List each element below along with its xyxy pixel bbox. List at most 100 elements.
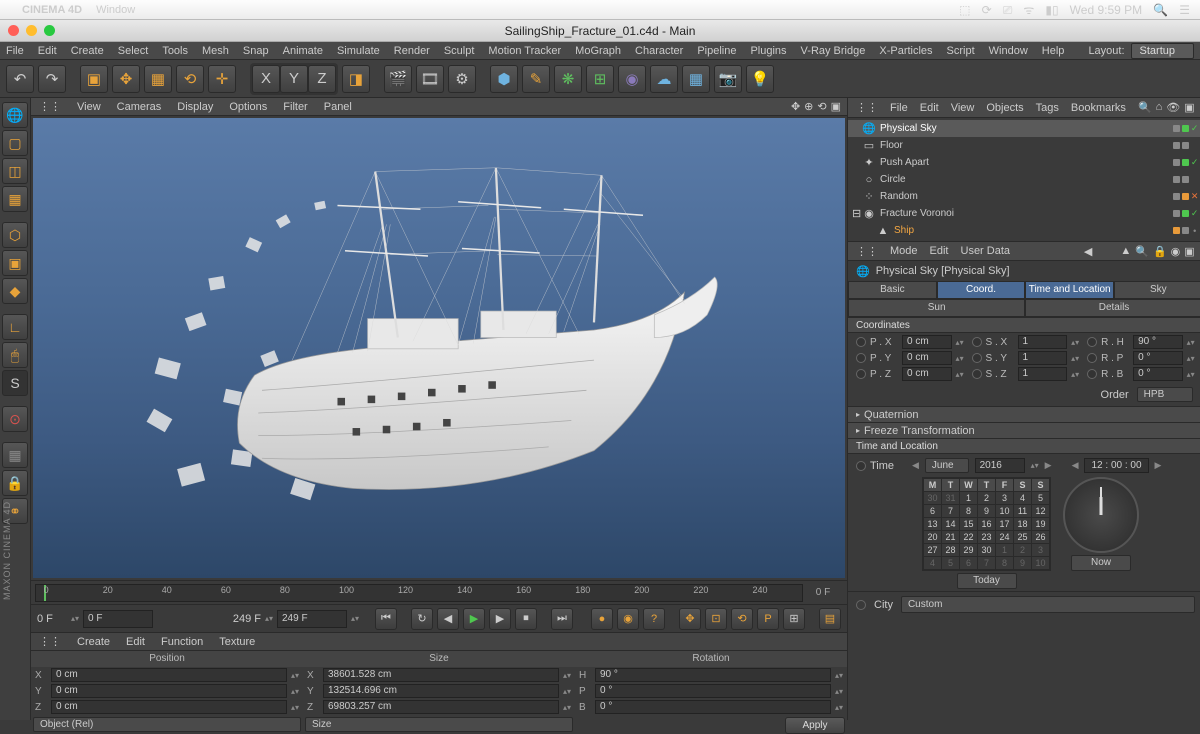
- menu-plugins[interactable]: Plugins: [750, 45, 786, 57]
- size-Y[interactable]: 132514.696 cm: [323, 684, 559, 698]
- prev-month-button[interactable]: ◀: [912, 460, 919, 471]
- attr-RP[interactable]: 0 °: [1133, 351, 1183, 365]
- attr-menu-mode[interactable]: Mode: [890, 245, 918, 257]
- edge-mode-button[interactable]: ▣: [2, 250, 28, 276]
- freeze-collapse[interactable]: ▸Freeze Transformation: [848, 422, 1200, 438]
- axis-button[interactable]: ∟: [2, 314, 28, 340]
- menu-xparticles[interactable]: X-Particles: [879, 45, 932, 57]
- camera-button[interactable]: ▦: [682, 65, 710, 93]
- obj-push-apart[interactable]: ✦Push Apart✓: [848, 154, 1200, 171]
- sync-icon[interactable]: ⟳: [982, 3, 992, 17]
- menu-mograph[interactable]: MoGraph: [575, 45, 621, 57]
- vp-menu-options[interactable]: Options: [229, 101, 267, 113]
- attr-back-icon[interactable]: ◀: [1084, 245, 1092, 258]
- menu-mesh[interactable]: Mesh: [202, 45, 229, 57]
- x-axis-button[interactable]: X: [252, 65, 280, 93]
- coord-system-button[interactable]: ◨: [342, 65, 370, 93]
- menu-vraybridge[interactable]: V-Ray Bridge: [801, 45, 866, 57]
- keyframe-button[interactable]: ?: [643, 608, 665, 630]
- menu-pipeline[interactable]: Pipeline: [697, 45, 736, 57]
- vp-menu-view[interactable]: View: [77, 101, 101, 113]
- attr-new-icon[interactable]: ◉: [1171, 245, 1181, 258]
- menu-sculpt[interactable]: Sculpt: [444, 45, 475, 57]
- scale-key-button[interactable]: ⊡: [705, 608, 727, 630]
- wifi-icon[interactable]: ᯤ: [1023, 3, 1034, 17]
- timeline[interactable]: 020406080100120140160180200220240: [35, 584, 803, 602]
- attr-RH[interactable]: 90 °: [1133, 335, 1183, 349]
- obj-menu-objects[interactable]: Objects: [986, 102, 1023, 114]
- viewport-solo-button[interactable]: S: [2, 370, 28, 396]
- obj-menu-bookmarks[interactable]: Bookmarks: [1071, 102, 1126, 114]
- environment-button[interactable]: ☁: [650, 65, 678, 93]
- obj-handle-icon[interactable]: ⋮⋮: [856, 101, 878, 114]
- obj-max-icon[interactable]: ▣: [1184, 101, 1194, 114]
- texture-mode-button[interactable]: ◫: [2, 158, 28, 184]
- quaternion-collapse[interactable]: ▸Quaternion: [848, 406, 1200, 422]
- battery-icon[interactable]: ▮▯: [1045, 3, 1058, 17]
- light-button[interactable]: 💡: [746, 65, 774, 93]
- record-button[interactable]: ●: [591, 608, 613, 630]
- attr-SZ[interactable]: 1: [1018, 367, 1068, 381]
- render-view-button[interactable]: 🎬: [384, 65, 412, 93]
- obj-menu-view[interactable]: View: [951, 102, 975, 114]
- mat-menu-function[interactable]: Function: [161, 636, 203, 648]
- obj-eye-icon[interactable]: 👁: [1166, 101, 1180, 114]
- vp-icon4[interactable]: ▣: [831, 100, 841, 113]
- mat-handle-icon[interactable]: ⋮⋮: [39, 635, 61, 648]
- rot-key-button[interactable]: ⟲: [731, 608, 753, 630]
- size-mode-select[interactable]: Size: [305, 717, 573, 732]
- scale-tool-button[interactable]: ▦: [144, 65, 172, 93]
- loop-button[interactable]: ↻: [411, 608, 433, 630]
- vp-menu-cameras[interactable]: Cameras: [117, 101, 162, 113]
- cube-primitive-button[interactable]: ⬢: [490, 65, 518, 93]
- menu-select[interactable]: Select: [118, 45, 149, 57]
- today-button[interactable]: Today: [957, 573, 1017, 589]
- obj-search-icon[interactable]: 🔍: [1138, 101, 1152, 114]
- pos-X[interactable]: 0 cm: [51, 668, 287, 682]
- attr-RB[interactable]: 0 °: [1133, 367, 1183, 381]
- menu-icon[interactable]: ☰: [1179, 3, 1190, 17]
- camera2-button[interactable]: 📷: [714, 65, 742, 93]
- render-region-button[interactable]: 🎞: [416, 65, 444, 93]
- pos-Z[interactable]: 0 cm: [51, 700, 287, 714]
- calendar[interactable]: MTWTFSS303112345678910111213141516171819…: [922, 477, 1051, 571]
- point-mode-button[interactable]: ⬡: [2, 222, 28, 248]
- object-mode-select[interactable]: Object (Rel): [33, 717, 301, 732]
- pos-key-button[interactable]: ✥: [679, 608, 701, 630]
- last-tool-button[interactable]: ✛: [208, 65, 236, 93]
- next-frame-button[interactable]: ▶: [489, 608, 511, 630]
- tweak-button[interactable]: 🖱: [2, 342, 28, 368]
- order-select[interactable]: HPB: [1137, 387, 1193, 402]
- go-end-button[interactable]: ⏭: [551, 608, 573, 630]
- obj-menu-tags[interactable]: Tags: [1036, 102, 1059, 114]
- render-settings-button[interactable]: ⚙: [448, 65, 476, 93]
- stop-button[interactable]: ⏹: [515, 608, 537, 630]
- attr-tab-timeandlocation[interactable]: Time and Location: [1025, 281, 1114, 299]
- app-name[interactable]: CINEMA 4D: [22, 4, 82, 16]
- obj-menu-edit[interactable]: Edit: [920, 102, 939, 114]
- poly-mode-button[interactable]: ◆: [2, 278, 28, 304]
- frame-start-field[interactable]: [83, 610, 153, 628]
- spotlight-icon[interactable]: 🔍: [1153, 3, 1168, 17]
- workplane2-button[interactable]: ▦: [2, 442, 28, 468]
- param-key-button[interactable]: P: [757, 608, 779, 630]
- mat-menu-edit[interactable]: Edit: [126, 636, 145, 648]
- menu-render[interactable]: Render: [394, 45, 430, 57]
- vp-menu-filter[interactable]: Filter: [283, 101, 307, 113]
- attr-tab-sun[interactable]: Sun: [848, 299, 1025, 317]
- viewport-handle-icon[interactable]: ⋮⋮: [39, 100, 61, 113]
- now-button[interactable]: Now: [1071, 555, 1131, 571]
- pen-tool-button[interactable]: ✎: [522, 65, 550, 93]
- vp-icon1[interactable]: ✥: [791, 100, 800, 113]
- menu-tools[interactable]: Tools: [162, 45, 188, 57]
- attr-SX[interactable]: 1: [1018, 335, 1068, 349]
- attr-lock-icon[interactable]: 🔒: [1153, 245, 1167, 258]
- attr-SY[interactable]: 1: [1018, 351, 1068, 365]
- rot-P[interactable]: 0 °: [595, 684, 831, 698]
- next-month-button[interactable]: ▶: [1045, 460, 1052, 471]
- attr-handle-icon[interactable]: ⋮⋮: [856, 245, 878, 258]
- menu-character[interactable]: Character: [635, 45, 683, 57]
- go-start-button[interactable]: ⏮: [375, 608, 397, 630]
- attr-tab-sky[interactable]: Sky: [1114, 281, 1200, 299]
- obj-random[interactable]: ⁘Random✕: [848, 188, 1200, 205]
